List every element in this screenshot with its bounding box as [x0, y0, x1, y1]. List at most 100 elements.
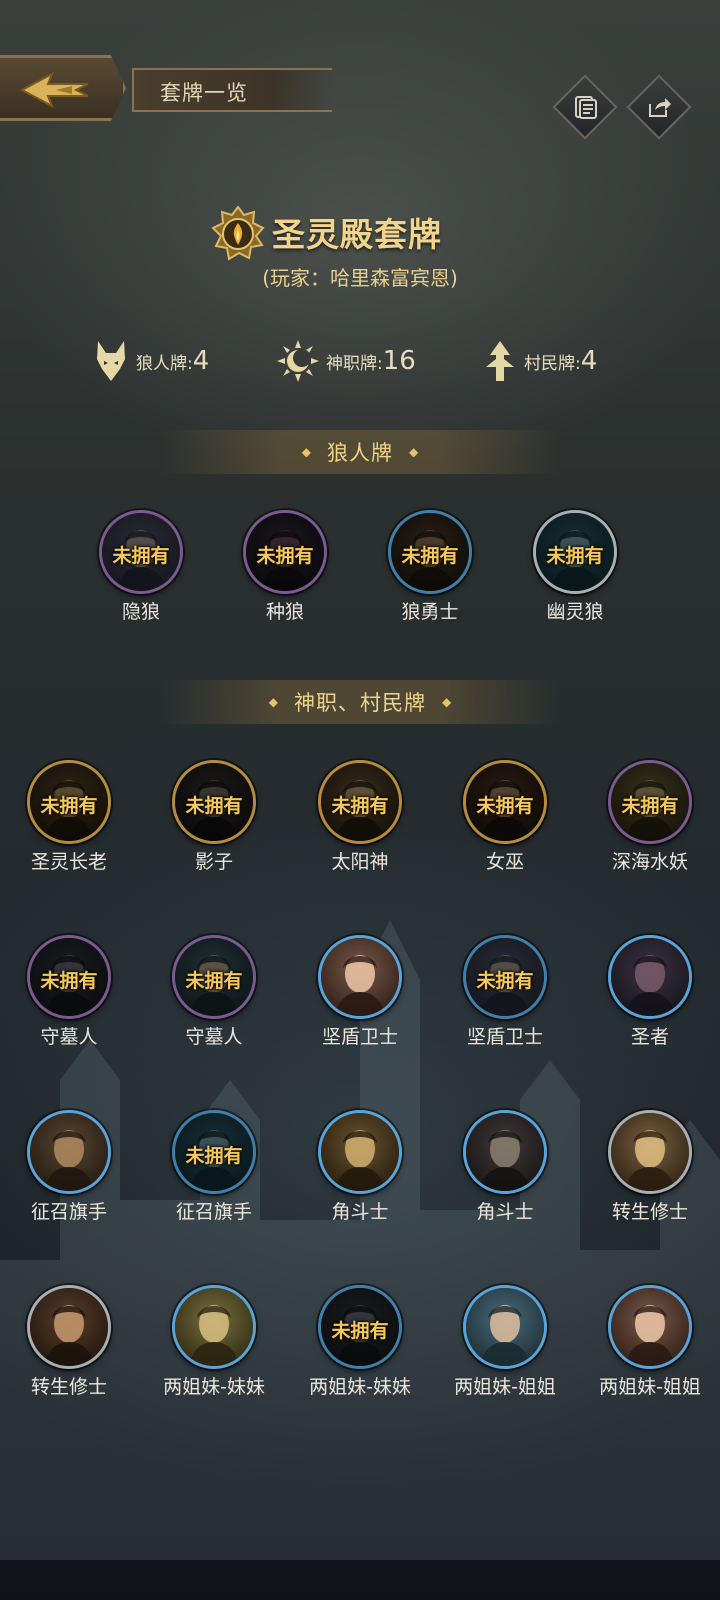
villager-count: 村民牌: 4 [482, 336, 597, 386]
werewolf-card[interactable]: 未拥有 隐狼 [86, 510, 196, 624]
not-owned-badge: 未拥有 [546, 545, 604, 567]
werewolf-count: 狼人牌: 4 [92, 336, 209, 386]
card-name: 女巫 [485, 851, 524, 873]
card-name: 征召旗手 [30, 1201, 107, 1223]
card-name: 转生修士 [30, 1376, 107, 1398]
card-avatar[interactable]: 未拥有 [463, 935, 547, 1019]
god-villager-section-banner: ◆ 神职、村民牌 ◆ [160, 680, 560, 724]
card-avatar[interactable] [608, 1285, 692, 1369]
card-avatar[interactable] [27, 1285, 111, 1369]
not-owned-badge: 未拥有 [476, 970, 534, 992]
not-owned-badge: 未拥有 [185, 1145, 243, 1167]
god-villager-card[interactable]: 未拥有 太阳神 [305, 760, 415, 874]
not-owned-badge: 未拥有 [331, 1320, 389, 1342]
page-title-plate: 套牌一览 [132, 68, 332, 112]
god-villager-card[interactable]: 未拥有 影子 [159, 760, 269, 874]
card-avatar[interactable] [172, 1285, 256, 1369]
card-name: 角斗士 [476, 1201, 534, 1223]
god-villager-card[interactable]: 两姐妹-姐姐 [450, 1285, 560, 1399]
card-name: 种狼 [265, 601, 304, 623]
deck-emblem-icon [211, 206, 265, 261]
card-avatar[interactable]: 未拥有 [463, 760, 547, 844]
card-name: 幽灵狼 [546, 601, 604, 623]
card-avatar[interactable] [27, 1110, 111, 1194]
card-avatar[interactable]: 未拥有 [318, 1285, 402, 1369]
card-avatar[interactable] [463, 1285, 547, 1369]
werewolf-card[interactable]: 未拥有 狼勇士 [375, 510, 485, 624]
not-owned-badge: 未拥有 [401, 545, 459, 567]
sun-moon-icon [277, 340, 319, 382]
card-avatar[interactable]: 未拥有 [99, 510, 183, 594]
god-count: 神职牌: 16 [276, 336, 416, 386]
god-villager-card[interactable]: 未拥有 守墓人 [14, 935, 124, 1049]
god-villager-card[interactable]: 角斗士 [450, 1110, 560, 1224]
not-owned-badge: 未拥有 [621, 795, 679, 817]
card-avatar[interactable]: 未拥有 [608, 760, 692, 844]
card-avatar[interactable]: 未拥有 [27, 760, 111, 844]
god-villager-card[interactable]: 未拥有 深海水妖 [595, 760, 705, 874]
portrait-image [175, 1288, 253, 1366]
card-name: 两姐妹-姐姐 [454, 1376, 556, 1398]
not-owned-badge: 未拥有 [476, 795, 534, 817]
share-button[interactable] [626, 74, 692, 140]
card-name: 坚盾卫士 [321, 1026, 398, 1048]
card-name: 角斗士 [331, 1201, 389, 1223]
card-avatar[interactable]: 未拥有 [318, 760, 402, 844]
deck-list-button[interactable] [552, 74, 618, 140]
god-villager-card[interactable]: 两姐妹-妹妹 [159, 1285, 269, 1399]
not-owned-badge: 未拥有 [331, 795, 389, 817]
diamond-dot-icon: ◆ [268, 695, 278, 709]
god-villager-card[interactable]: 未拥有两姐妹-妹妹 [305, 1285, 415, 1399]
not-owned-badge: 未拥有 [40, 795, 98, 817]
villager-icon [486, 341, 514, 381]
god-villager-card[interactable]: 未拥有 坚盾卫士 [450, 935, 560, 1049]
card-avatar[interactable]: 未拥有 [243, 510, 327, 594]
card-avatar[interactable]: 未拥有 [172, 935, 256, 1019]
card-avatar[interactable] [318, 1110, 402, 1194]
werewolf-section-banner: ◆ 狼人牌 ◆ [160, 430, 560, 474]
god-villager-card[interactable]: 未拥有 圣灵长老 [14, 760, 124, 874]
card-avatar[interactable] [318, 935, 402, 1019]
god-villager-card[interactable]: 角斗士 [305, 1110, 415, 1224]
portrait-image [611, 1113, 689, 1191]
card-avatar[interactable]: 未拥有 [27, 935, 111, 1019]
god-villager-card[interactable]: 圣者 [595, 935, 705, 1049]
card-name: 两姐妹-妹妹 [309, 1376, 411, 1398]
card-name: 圣灵长老 [30, 851, 107, 873]
god-villager-card[interactable]: 两姐妹-姐姐 [595, 1285, 705, 1399]
card-name: 两姐妹-妹妹 [163, 1376, 265, 1398]
share-icon [649, 98, 671, 117]
deck-owner: (玩家：哈里森富宾恩) [262, 266, 458, 290]
card-avatar[interactable]: 未拥有 [533, 510, 617, 594]
diamond-dot-icon: ◆ [409, 445, 419, 459]
card-avatar[interactable] [463, 1110, 547, 1194]
portrait-image [30, 1288, 108, 1366]
back-button[interactable] [0, 55, 126, 121]
werewolf-card[interactable]: 未拥有 种狼 [230, 510, 340, 624]
god-villager-card[interactable]: 转生修士 [14, 1285, 124, 1399]
card-avatar[interactable]: 未拥有 [172, 760, 256, 844]
werewolf-section-title: 狼人牌 [327, 441, 393, 465]
card-avatar[interactable]: 未拥有 [388, 510, 472, 594]
portrait-image [321, 1113, 399, 1191]
card-avatar[interactable] [608, 935, 692, 1019]
werewolf-card[interactable]: 未拥有 幽灵狼 [520, 510, 630, 624]
card-avatar[interactable] [608, 1110, 692, 1194]
card-count-summary: 狼人牌: 4 神职牌: 16 村民牌: 4 [0, 336, 720, 386]
card-name: 狼勇士 [401, 601, 459, 623]
god-villager-card[interactable]: 未拥有 女巫 [450, 760, 560, 874]
god-villager-card[interactable]: 征召旗手 [14, 1110, 124, 1224]
portrait-image [466, 1113, 544, 1191]
card-avatar[interactable]: 未拥有 [172, 1110, 256, 1194]
card-name: 太阳神 [331, 851, 389, 873]
not-owned-badge: 未拥有 [40, 970, 98, 992]
god-villager-card[interactable]: 未拥有 守墓人 [159, 935, 269, 1049]
god-villager-card[interactable]: 未拥有 征召旗手 [159, 1110, 269, 1224]
page-title: 套牌一览 [160, 81, 248, 105]
god-villager-section-title: 神职、村民牌 [294, 691, 426, 715]
god-villager-card[interactable]: 转生修士 [595, 1110, 705, 1224]
back-arrow-icon [19, 71, 89, 109]
god-villager-card[interactable]: 坚盾卫士 [305, 935, 415, 1049]
not-owned-badge: 未拥有 [112, 545, 170, 567]
card-name: 隐狼 [121, 601, 160, 623]
